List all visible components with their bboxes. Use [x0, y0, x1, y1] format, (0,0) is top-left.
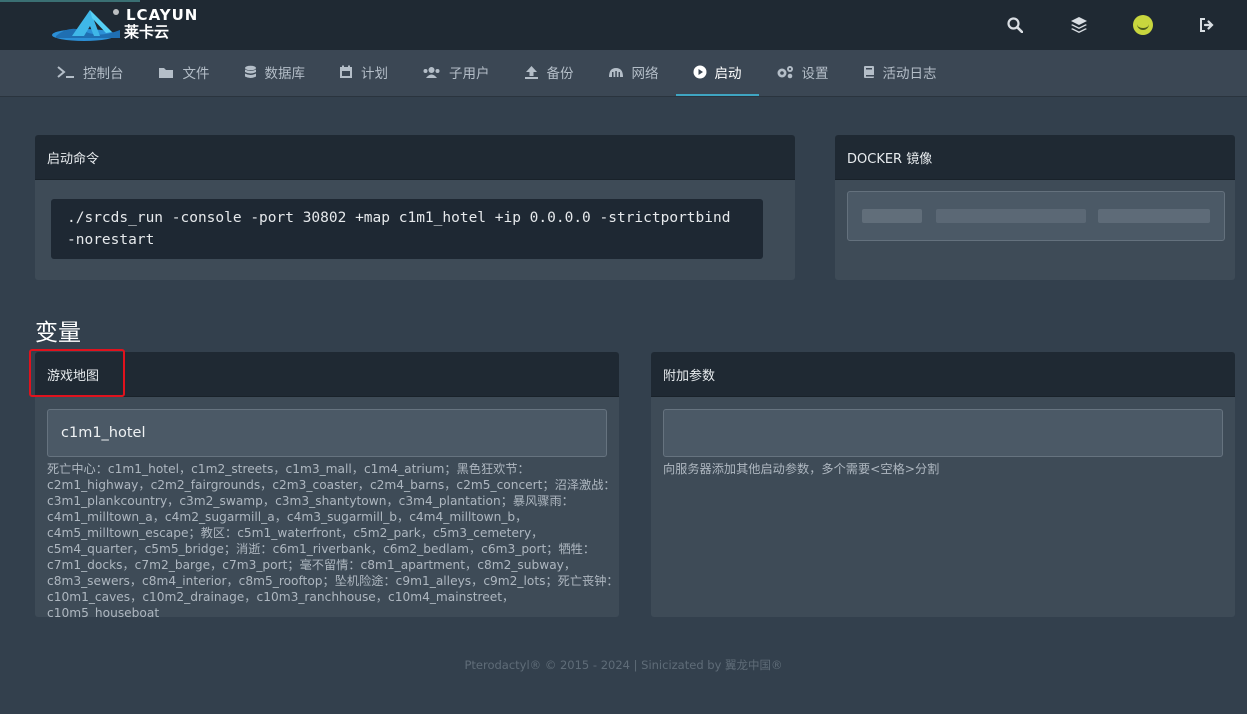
layers-icon[interactable]	[1067, 13, 1091, 37]
server-nav-bar: 控制台 文件 数据库 计划 子用户 备份 网络 启动 设置 活动日志	[0, 50, 1247, 97]
help-line: c5m4_quarter，c5m5_bridge；消逝：c6m1_riverba…	[47, 542, 596, 556]
calendar-icon	[340, 65, 352, 78]
gears-icon	[777, 66, 793, 79]
tab-label: 数据库	[264, 66, 306, 82]
variables-section-title: 变量	[35, 320, 81, 346]
blurred-text	[1098, 209, 1210, 223]
tab-console[interactable]: 控制台	[40, 50, 141, 96]
startup-command-panel: 启动命令 ./srcds_run -console -port 30802 +m…	[35, 135, 795, 280]
tab-label: 设置	[801, 66, 829, 82]
startup-command-text: ./srcds_run -console -port 30802 +map c1…	[51, 199, 763, 259]
tab-schedules[interactable]: 计划	[322, 50, 405, 96]
help-line: c8m3_sewers，c8m4_interior，c8m5_rooftop；坠…	[47, 574, 619, 588]
upload-icon	[524, 66, 538, 79]
user-avatar-icon	[1133, 15, 1153, 35]
docker-image-panel: DOCKER 镜像	[835, 135, 1235, 280]
network-icon	[608, 68, 623, 77]
tab-settings[interactable]: 设置	[759, 50, 846, 96]
book-icon	[863, 66, 874, 78]
database-icon	[244, 65, 256, 78]
tab-network[interactable]: 网络	[591, 50, 676, 96]
help-line: c10m1_caves，c10m2_drainage，c10m3_ranchho…	[47, 590, 515, 617]
tab-label: 文件	[182, 66, 210, 82]
help-line: c3m1_plankcountry，c3m2_swamp，c3m3_shanty…	[47, 494, 574, 508]
game-map-input[interactable]: c1m1_hotel	[47, 409, 607, 457]
game-map-help: 死亡中心：c1m1_hotel，c1m2_streets，c1m3_mall，c…	[47, 461, 619, 617]
tab-label: 网络	[631, 66, 659, 82]
blurred-text	[862, 209, 922, 223]
tab-startup[interactable]: 启动	[675, 50, 759, 96]
users-icon	[423, 66, 440, 78]
tab-label: 计划	[361, 66, 388, 82]
extra-args-help: 向服务器添加其他启动参数，多个需要<空格>分割	[663, 462, 940, 476]
folder-icon	[158, 67, 173, 78]
extra-args-panel: 附加参数 向服务器添加其他启动参数，多个需要<空格>分割	[651, 352, 1235, 617]
help-line: c4m5_milltown_escape；教区：c5m1_waterfront，…	[47, 526, 544, 540]
help-line: c2m1_highway，c2m2_fairgrounds，c2m3_coast…	[47, 478, 616, 492]
help-line: c7m1_docks，c7m2_barge，c7m3_port；毫不留情：c8m…	[47, 558, 577, 572]
top-header: LCAYUN 莱卡云	[0, 0, 1247, 50]
help-line: 死亡中心：c1m1_hotel，c1m2_streets，c1m3_mall，c…	[47, 462, 530, 476]
header-actions	[963, 13, 1219, 37]
blurred-text	[936, 209, 1086, 223]
tab-label: 控制台	[83, 66, 124, 82]
avatar[interactable]	[1131, 13, 1155, 37]
footer-text: Pterodactyl® © 2015 - 2024 | Sinicizated…	[464, 658, 783, 672]
terminal-icon	[57, 66, 74, 78]
tab-subusers[interactable]: 子用户	[405, 50, 507, 96]
panel-title: 启动命令	[35, 135, 795, 180]
tab-label: 活动日志	[882, 66, 937, 82]
extra-args-input[interactable]	[663, 409, 1223, 457]
tab-label: 启动	[714, 66, 742, 82]
logout-icon[interactable]	[1195, 13, 1219, 37]
tab-label: 子用户	[449, 66, 490, 82]
play-icon	[693, 65, 706, 79]
header-accent-line	[0, 0, 140, 2]
help-line: c4m1_milltown_a，c4m2_sugarmill_a，c4m3_su…	[47, 510, 528, 524]
brand-name-chinese: 莱卡云	[124, 23, 170, 41]
tab-files[interactable]: 文件	[141, 50, 227, 96]
tab-label: 备份	[546, 66, 574, 82]
annotation-highlight-box	[29, 349, 125, 397]
panel-title: 附加参数	[651, 352, 1235, 397]
server-nav: 控制台 文件 数据库 计划 子用户 备份 网络 启动 设置 活动日志	[40, 50, 954, 96]
tab-activity-log[interactable]: 活动日志	[846, 50, 954, 96]
logo-mark-icon	[52, 9, 120, 41]
panel-title: DOCKER 镜像	[835, 135, 1235, 180]
search-icon[interactable]	[1003, 13, 1027, 37]
docker-image-select[interactable]	[847, 191, 1225, 241]
tab-databases[interactable]: 数据库	[227, 50, 323, 96]
tab-backups[interactable]: 备份	[507, 50, 591, 96]
